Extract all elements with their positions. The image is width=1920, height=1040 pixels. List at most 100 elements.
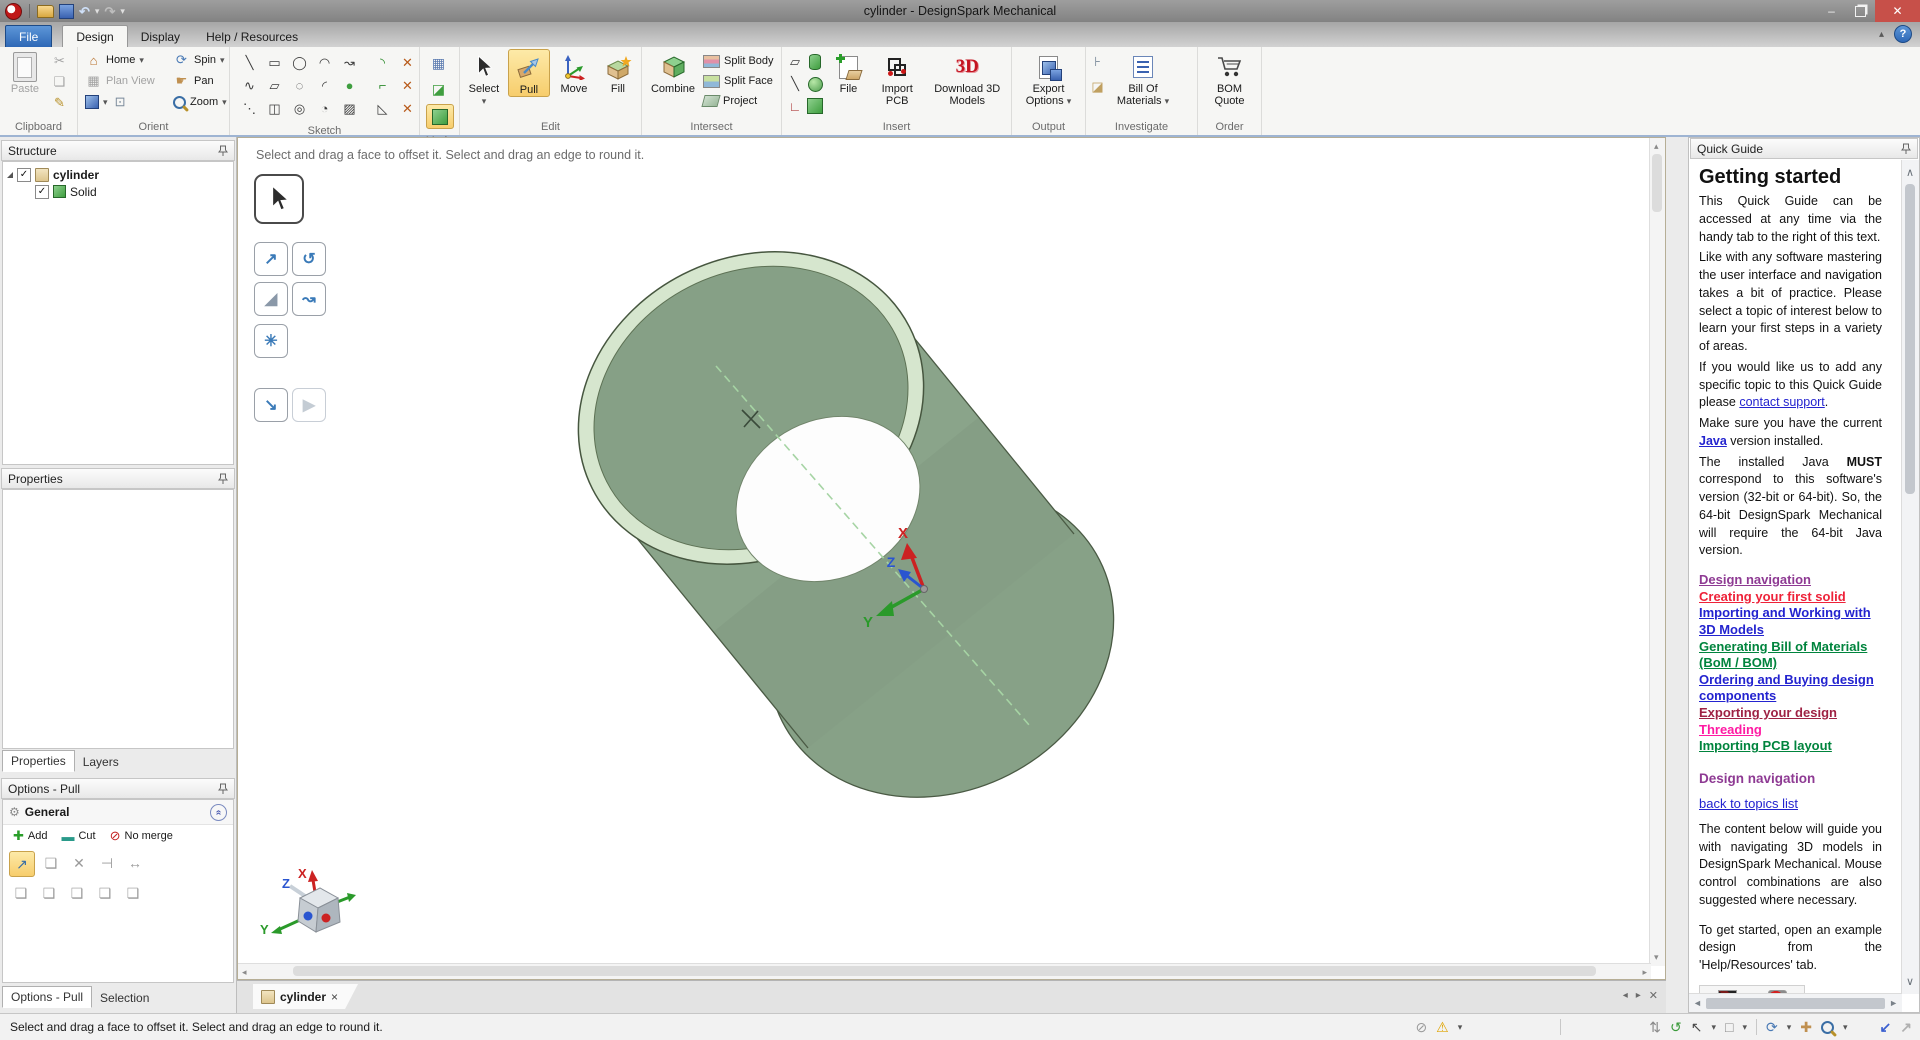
spin-cursor-icon[interactable]: ↺	[1670, 1019, 1682, 1036]
import-pcb-button[interactable]: Import PCB	[872, 49, 923, 107]
line-icon[interactable]: ╲	[237, 51, 262, 74]
warnings-icon[interactable]: ⚠	[1436, 1019, 1449, 1036]
tab-file[interactable]: File	[5, 25, 52, 47]
sweep-arc-icon[interactable]: ◜	[312, 74, 337, 97]
pin-icon[interactable]	[218, 473, 228, 485]
pull-opt-1-button[interactable]: ❏	[11, 883, 31, 903]
zoom-button[interactable]: Zoom ▾	[171, 92, 233, 112]
create-corner-icon[interactable]: ◝	[370, 51, 395, 74]
expander-icon[interactable]	[7, 172, 13, 178]
select-dropdown-icon[interactable]: ▾	[1711, 1022, 1716, 1033]
point-icon[interactable]: ●	[337, 74, 362, 97]
warnings-dropdown-icon[interactable]: ▾	[1458, 1022, 1463, 1033]
split-face-button[interactable]: Split Face	[701, 71, 776, 91]
pin-icon[interactable]	[1901, 143, 1911, 155]
pull-tool-ruler-button[interactable]: ↗	[9, 851, 35, 877]
tab-layers[interactable]: Layers	[75, 752, 127, 772]
canvas-vertical-scrollbar[interactable]: ▴ ▾	[1649, 138, 1665, 966]
insert-axes-icon[interactable]: ∟	[785, 95, 805, 117]
select-tool-button[interactable]	[254, 174, 304, 224]
scroll-thumb[interactable]	[293, 966, 1596, 976]
construction-line-icon[interactable]: ∿	[237, 74, 262, 97]
sweep-button[interactable]: ↝	[292, 282, 326, 316]
help-icon[interactable]: ?	[1894, 25, 1912, 43]
collapse-ribbon-icon[interactable]: ▴	[1879, 29, 1884, 40]
quick-guide-vertical-scrollbar[interactable]: ∧ ∨	[1901, 160, 1919, 994]
close-button[interactable]: ✕	[1875, 0, 1920, 22]
nudge-updown-icon[interactable]: ⇅	[1649, 1019, 1661, 1036]
topic-link-generating-bom[interactable]: Generating Bill of Materials (BoM / BOM)	[1699, 639, 1882, 672]
pull-both-sides-button[interactable]: ✳	[254, 324, 288, 358]
pull-tool-5-button[interactable]: ↔	[123, 851, 147, 875]
three-point-circle-icon[interactable]: ◌	[287, 74, 312, 97]
spin-tool-dropdown-icon[interactable]: ▾	[1787, 1022, 1792, 1033]
scroll-thumb[interactable]	[1905, 184, 1915, 494]
insert-cylinder-icon[interactable]	[809, 54, 821, 70]
section-mode-button[interactable]: ◪	[426, 78, 452, 101]
spin-button[interactable]: ⟳ Spin ▾	[171, 50, 233, 70]
bend-icon[interactable]: ⌐	[370, 74, 395, 97]
cylinder-visibility-checkbox[interactable]: ✓	[17, 168, 31, 182]
project-to-sketch-icon[interactable]: ▨	[337, 97, 362, 120]
scroll-up-icon[interactable]: ▴	[1654, 141, 1659, 152]
format-painter-icon[interactable]: ✎	[51, 94, 68, 111]
java-link[interactable]: Java	[1699, 434, 1727, 448]
pan-tool-icon[interactable]: ✚	[1800, 1019, 1812, 1036]
app-logo-icon[interactable]	[5, 3, 22, 20]
select-button[interactable]: Select ▾	[463, 49, 505, 107]
spline-icon[interactable]: ↝	[337, 51, 362, 74]
document-tab-cylinder[interactable]: cylinder ×	[253, 984, 358, 1009]
bill-of-materials-button[interactable]: Bill Of Materials ▾	[1110, 49, 1176, 107]
cut-option[interactable]: ▬Cut	[59, 826, 97, 846]
orientation-view-cube[interactable]: Z X Y	[250, 864, 370, 959]
qat-customize-icon[interactable]: ▾	[120, 6, 125, 17]
tab-selection[interactable]: Selection	[92, 988, 157, 1008]
zoom-tool-dropdown-icon[interactable]: ▾	[1843, 1022, 1848, 1033]
pull-tool-3-button[interactable]: ✕	[67, 851, 91, 875]
design-canvas[interactable]: Select and drag a face to offset it. Sel…	[237, 137, 1666, 980]
undo-icon[interactable]: ↶	[79, 5, 90, 18]
tree-item-cylinder[interactable]: ✓ cylinder	[5, 166, 231, 183]
ellipse-icon[interactable]: ◫	[262, 97, 287, 120]
three-point-rectangle-icon[interactable]: ▱	[262, 74, 287, 97]
tab-scroll-right-icon[interactable]: ▸	[1636, 990, 1641, 1001]
plan-view-button[interactable]: ▦ Plan View	[83, 71, 171, 91]
combine-button[interactable]: Combine	[645, 49, 701, 95]
insert-plane-icon[interactable]: ▱	[785, 51, 805, 73]
paste-button[interactable]: Paste	[3, 49, 47, 95]
polygon-icon[interactable]: ◎	[287, 97, 312, 120]
tree-item-solid[interactable]: ✓ Solid	[5, 183, 231, 200]
copy-icon[interactable]: ❏	[51, 73, 68, 90]
scroll-down-icon[interactable]: ▾	[1654, 952, 1659, 963]
pull-tool-2-button[interactable]: ❏	[39, 851, 63, 875]
topic-link-design-navigation[interactable]: Design navigation	[1699, 572, 1882, 589]
circle-icon[interactable]: ◯	[287, 51, 312, 74]
revolve-button[interactable]: ↺	[292, 242, 326, 276]
redo-icon[interactable]: ↷	[104, 5, 115, 18]
close-document-icon[interactable]: ×	[331, 990, 338, 1004]
home-button[interactable]: ⌂ Home ▾	[83, 50, 171, 70]
insert-line-icon[interactable]: ╲	[785, 73, 805, 95]
zoom-tool-icon[interactable]	[1821, 1021, 1834, 1034]
pan-button[interactable]: ☛ Pan	[171, 71, 233, 91]
pull-button[interactable]: Pull	[508, 49, 550, 97]
pull-tool-4-button[interactable]: ⊣	[95, 851, 119, 875]
rectangle-icon[interactable]: ▭	[262, 51, 287, 74]
tab-close-all-icon[interactable]: ✕	[1649, 989, 1658, 1002]
tab-display[interactable]: Display	[128, 26, 193, 47]
cut-icon[interactable]: ✂	[51, 52, 68, 69]
bom-quote-button[interactable]: BOM Quote	[1204, 49, 1256, 107]
sketch-mode-button[interactable]: ▦	[426, 52, 452, 75]
project-button[interactable]: Project	[701, 91, 776, 111]
add-option[interactable]: ✚Add	[11, 826, 49, 846]
topic-link-creating-first-solid[interactable]: Creating your first solid	[1699, 589, 1882, 606]
pin-icon[interactable]	[218, 783, 228, 795]
restore-button[interactable]	[1846, 0, 1875, 22]
offset-curve-icon[interactable]: ◺	[370, 97, 395, 120]
topic-link-exporting-design[interactable]: Exporting your design	[1699, 705, 1882, 722]
topic-link-ordering-components[interactable]: Ordering and Buying design components	[1699, 672, 1882, 705]
pull-opt-2-button[interactable]: ❏	[39, 883, 59, 903]
selection-box-dropdown-icon[interactable]: ▾	[1742, 1022, 1747, 1033]
tab-scroll-left-icon[interactable]: ◂	[1623, 990, 1628, 1001]
export-options-button[interactable]: Export Options ▾	[1019, 49, 1079, 107]
